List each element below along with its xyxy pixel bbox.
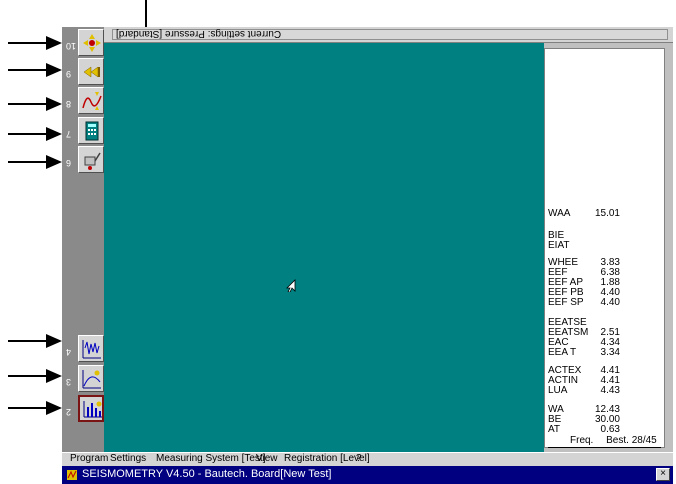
title-bar: SEISMOMETRY V4.50 - Bautech. Board[New T… (62, 466, 673, 484)
workspace-area[interactable] (104, 43, 544, 452)
tool-number: 10 (66, 41, 77, 51)
callout-arrow (8, 369, 62, 383)
result-value: 0.63 (600, 424, 620, 435)
result-value: 15.01 (594, 208, 620, 219)
result-label: EEF SP (548, 297, 584, 308)
footer-frequency-label: Freq. (570, 435, 594, 446)
tool-number: 4 (66, 347, 72, 357)
menu-view[interactable]: View (256, 453, 278, 464)
results-footer: Freq. Best. 28/45 (560, 435, 657, 446)
status-text: Current settings: Pressure [Standard] (116, 28, 282, 39)
tool-button-10[interactable] (78, 29, 104, 56)
app-icon (67, 470, 77, 480)
callout-arrow (8, 63, 62, 77)
tool-button-7[interactable] (78, 117, 104, 144)
footer-best-label: Best. 28/45 (606, 435, 657, 446)
tool-button-3[interactable] (78, 365, 104, 392)
menu-program[interactable]: Program (70, 453, 108, 464)
tool-number: 9 (66, 69, 72, 79)
result-label: EEA T (548, 347, 577, 358)
result-label: AT (548, 424, 561, 435)
close-button[interactable]: × (656, 468, 670, 481)
tool-button-8[interactable] (78, 87, 104, 114)
callout-arrow (8, 401, 62, 415)
menu-help[interactable]: ? (356, 453, 362, 464)
callout-arrow (8, 334, 62, 348)
tool-button-9[interactable] (78, 58, 104, 85)
result-value: 4.43 (600, 385, 620, 396)
result-row: EIAT (548, 241, 620, 251)
tool-button-6[interactable] (78, 146, 104, 173)
tool-button-4[interactable] (78, 335, 104, 362)
result-row: AT 0.63 (548, 425, 620, 435)
menu-measuring-system[interactable]: Measuring System [Test] (156, 453, 265, 464)
callout-arrow (8, 36, 62, 50)
result-value: 3.34 (600, 347, 620, 358)
tool-number: 7 (66, 129, 72, 139)
menu-bar: Program Settings Measuring System [Test]… (62, 452, 673, 466)
rewind-icon (83, 66, 100, 78)
tool-button-2[interactable] (78, 395, 104, 422)
callout-arrow (8, 127, 62, 141)
result-row: WAA 15.01 (548, 209, 620, 219)
left-toolbar: 10 9 8 7 6 4 3 2 (62, 27, 104, 452)
waveform-chart-icon (82, 340, 101, 359)
probe-icon (84, 152, 101, 170)
result-label: WAA (548, 208, 571, 219)
footer-divider (548, 447, 661, 448)
calculator-icon (85, 121, 99, 141)
tool-number: 2 (66, 407, 72, 417)
wave-graph-icon (82, 92, 102, 110)
result-row: EEA T 3.34 (548, 348, 620, 358)
mouse-cursor-icon (286, 279, 296, 292)
window-title: SEISMOMETRY V4.50 - Bautech. Board[New T… (82, 468, 332, 480)
result-value: 4.40 (600, 297, 620, 308)
spectrum-chart-icon (82, 370, 101, 389)
compass-arrows-icon (83, 34, 101, 52)
status-bar: Current settings: Pressure [Standard] (104, 27, 673, 43)
tool-number: 3 (66, 377, 72, 387)
callout-arrow (8, 97, 62, 111)
result-label: EIAT (548, 240, 570, 251)
result-label: LUA (548, 385, 568, 396)
menu-settings[interactable]: Settings (110, 453, 146, 464)
result-row: EEF SP 4.40 (548, 298, 620, 308)
result-row: LUA 4.43 (548, 386, 620, 396)
callout-arrow (8, 155, 62, 169)
tool-number: 8 (66, 99, 72, 109)
histogram-chart-icon (83, 401, 102, 418)
tool-number: 6 (66, 158, 72, 168)
